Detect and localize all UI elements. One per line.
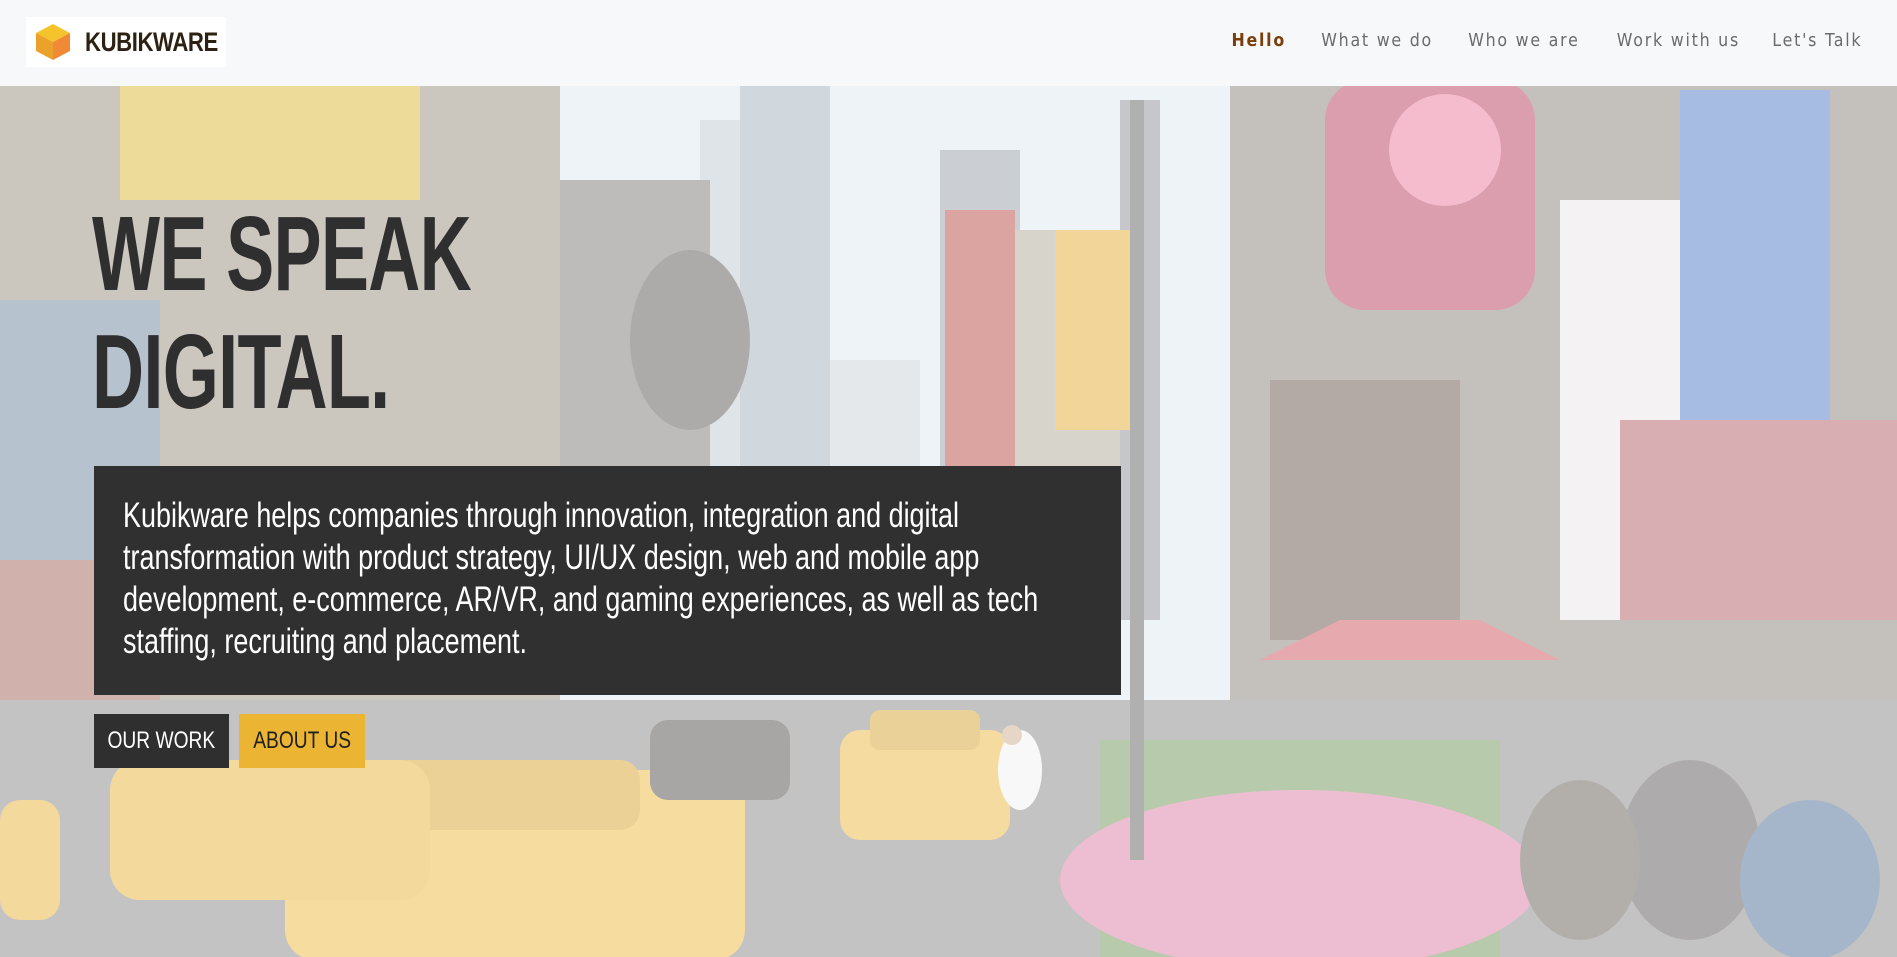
tagline-box: Kubikware helps companies through innova… (94, 466, 1121, 695)
nav-item-who-we-are[interactable]: Who we are (1468, 30, 1579, 51)
hero-tagline: Kubikware helps companies through innova… (123, 496, 1039, 661)
our-work-label: OUR WORK (107, 727, 216, 754)
cube-icon (33, 22, 73, 62)
nav-item-what-we-do[interactable]: What we do (1321, 30, 1433, 51)
page: KUBIKWARE Hello What we do Who we are Wo… (0, 0, 1897, 957)
about-us-button[interactable]: ABOUT US (239, 714, 365, 768)
brand-name: KUBIKWARE (85, 26, 218, 57)
hero-title-line-2: DIGITAL. (92, 313, 390, 431)
about-us-label: ABOUT US (253, 727, 351, 754)
nav-item-lets-talk[interactable]: Let's Talk (1772, 30, 1862, 51)
nav-item-hello[interactable]: Hello (1232, 30, 1287, 51)
brand-logo-link[interactable]: KUBIKWARE (26, 17, 226, 67)
our-work-button[interactable]: OUR WORK (94, 714, 229, 768)
nav-item-work-with-us[interactable]: Work with us (1616, 30, 1739, 51)
hero-title-line-1: WE SPEAK (92, 195, 472, 313)
site-header: KUBIKWARE Hello What we do Who we are Wo… (0, 0, 1897, 86)
hero-title: WE SPEAK DIGITAL. (92, 195, 472, 431)
main-nav: Hello What we do Who we are Work with us… (1204, 30, 1862, 51)
